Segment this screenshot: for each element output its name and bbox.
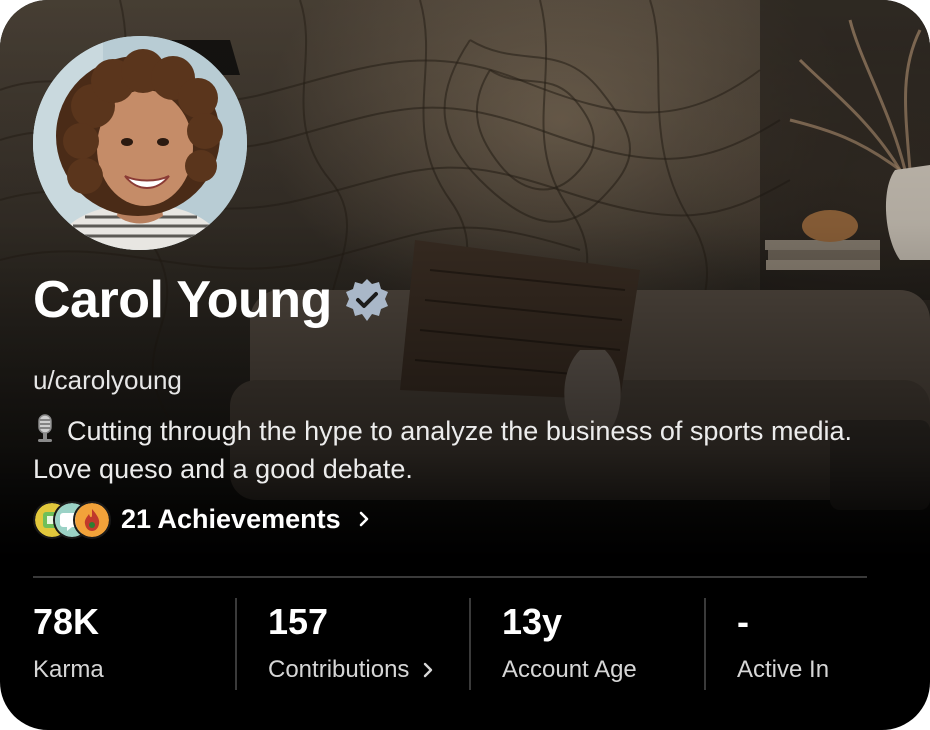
- display-name: Carol Young: [33, 271, 332, 329]
- achievement-badges: [33, 499, 111, 539]
- profile-bio: Cutting through the hype to analyze the …: [33, 412, 893, 488]
- stat-label-text: Active In: [737, 656, 830, 683]
- stat-separator: [469, 598, 471, 690]
- stat-label: Karma: [33, 654, 104, 686]
- achievements-link[interactable]: 21 Achievements: [33, 498, 373, 540]
- stat-label-text: Karma: [33, 656, 104, 683]
- stat-label: Contributions: [268, 654, 435, 686]
- verified-badge-icon[interactable]: [344, 277, 390, 323]
- stat-value: 78K: [33, 601, 100, 642]
- stat-separator: [235, 598, 237, 690]
- section-divider: [33, 576, 867, 578]
- stat-karma: 78K Karma: [33, 596, 233, 696]
- stat-value: 157: [268, 601, 329, 642]
- stat-value: 13y: [502, 601, 563, 642]
- stat-contributions[interactable]: 157 Contributions: [268, 596, 468, 696]
- stat-value: -: [737, 601, 749, 642]
- stat-active-in: - Active In: [737, 596, 917, 696]
- chevron-right-icon: [359, 511, 368, 527]
- achievements-label: 21 Achievements: [121, 503, 341, 534]
- profile-card: Carol Young u/carolyoung Cutting through…: [0, 0, 930, 730]
- stat-label: Account Age: [502, 654, 637, 686]
- display-name-row: Carol Young: [33, 268, 390, 332]
- stat-label: Active In: [737, 654, 829, 686]
- avatar[interactable]: [33, 36, 247, 250]
- profile-stats: 78K Karma 157 Contributions 13y Account …: [0, 596, 930, 696]
- stat-separator: [704, 598, 706, 690]
- stat-label-text: Account Age: [502, 656, 637, 683]
- stat-label-text: Contributions: [268, 656, 410, 683]
- username: u/carolyoung: [33, 365, 182, 395]
- achievement-badge-flame-icon: [73, 501, 111, 539]
- studio-microphone-icon: [38, 414, 52, 442]
- avatar-photo: [33, 36, 247, 250]
- chevron-right-icon: [424, 662, 433, 678]
- stat-account-age: 13y Account Age: [502, 596, 702, 696]
- bio-text: Cutting through the hype to analyze the …: [33, 416, 852, 484]
